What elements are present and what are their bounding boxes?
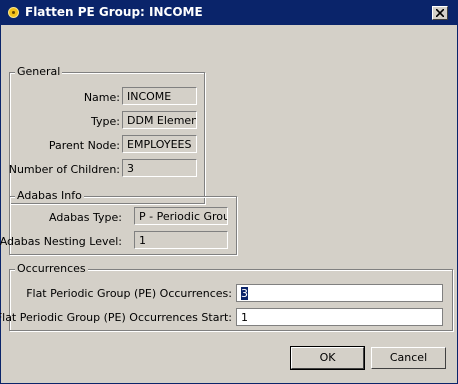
adabas-type-value: P - Periodic Group — [134, 207, 228, 225]
dialog-content: General Name: INCOME Type: DDM Element P… — [0, 25, 457, 383]
children-count-label: Number of Children: — [8, 163, 120, 176]
type-label: Type: — [91, 115, 120, 128]
adabas-info-group: Adabas Info Adabas Type: P - Periodic Gr… — [0, 189, 237, 255]
general-group: General Name: INCOME Type: DDM Element P… — [8, 65, 205, 204]
title-bar[interactable]: Flatten PE Group: INCOME — [1, 1, 457, 25]
nesting-level-label: Adabas Nesting Level: — [0, 235, 122, 248]
adabas-type-label: Adabas Type: — [49, 211, 122, 224]
pe-occurrences-label: Flat Periodic Group (PE) Occurrences: — [26, 287, 232, 300]
occurrences-group: Occurrences Flat Periodic Group (PE) Occ… — [0, 262, 453, 331]
parent-node-label: Parent Node: — [48, 139, 120, 152]
app-icon — [8, 7, 19, 18]
dialog-title: Flatten PE Group: INCOME — [25, 5, 203, 19]
parent-node-value: EMPLOYEES — [122, 135, 197, 153]
occurrences-legend: Occurrences — [15, 262, 88, 275]
cancel-button[interactable]: Cancel — [371, 347, 446, 369]
nesting-level-value: 1 — [134, 231, 228, 249]
pe-occurrences-start-input[interactable]: 1 — [236, 308, 443, 326]
pe-occurrences-start-label: Flat Periodic Group (PE) Occurrences Sta… — [0, 311, 232, 324]
dialog-window: Flatten PE Group: INCOME General Name: I… — [0, 0, 458, 384]
name-value: INCOME — [122, 87, 197, 105]
adabas-info-legend: Adabas Info — [15, 189, 84, 202]
children-count-value: 3 — [122, 159, 197, 177]
general-legend: General — [15, 65, 63, 78]
close-icon — [436, 9, 444, 17]
close-button[interactable] — [432, 6, 448, 20]
pe-occurrences-input[interactable]: 3 — [236, 284, 443, 302]
pe-occurrences-value: 3 — [241, 287, 248, 300]
type-value: DDM Element — [122, 111, 197, 129]
name-label: Name: — [83, 91, 120, 104]
ok-button[interactable]: OK — [290, 346, 365, 370]
